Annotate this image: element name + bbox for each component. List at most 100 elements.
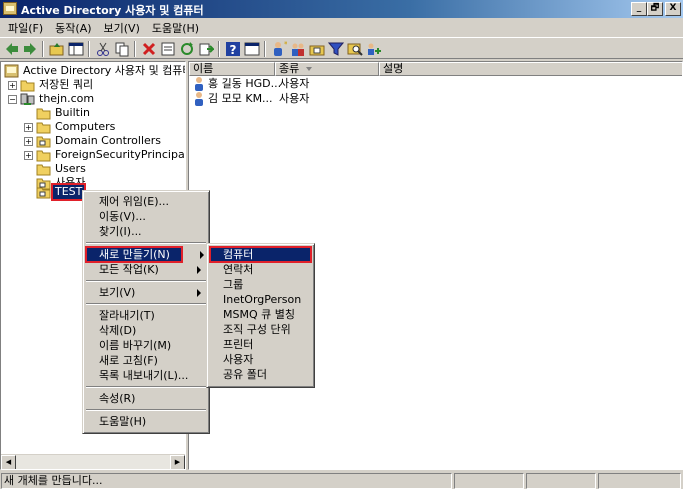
sort-down-icon <box>306 67 312 71</box>
menu-item-delete[interactable]: 삭제(D) <box>86 323 206 338</box>
toolbar: ? * <box>0 37 683 59</box>
restore-button[interactable]: 🗗 <box>647 2 663 16</box>
cut-icon[interactable] <box>95 41 111 57</box>
menu-view[interactable]: 보기(V) <box>98 18 146 36</box>
menu-item-rename[interactable]: 이름 바꾸기(M) <box>86 338 206 353</box>
ou-folder-icon <box>36 134 51 148</box>
submenu-item-msmq-alias[interactable]: MSMQ 큐 별칭 <box>210 307 311 322</box>
menu-item-help[interactable]: 도움말(H) <box>86 414 206 429</box>
find-icon[interactable] <box>347 41 363 57</box>
expand-icon[interactable]: + <box>24 151 33 160</box>
submenu-item-contact[interactable]: 연락처 <box>210 262 311 277</box>
minimize-button[interactable]: _ <box>631 2 647 16</box>
row-type: 사용자 <box>279 92 310 105</box>
submenu-arrow-icon <box>200 251 204 259</box>
show-console-tree-icon[interactable] <box>68 41 84 57</box>
menu-item-new[interactable]: 새로 만들기(N) <box>85 246 183 263</box>
menu-item-refresh[interactable]: 새로 고침(F) <box>86 353 206 368</box>
menu-item-cut[interactable]: 잘라내기(T) <box>86 308 206 323</box>
status-cell <box>598 473 681 489</box>
svg-text:*: * <box>284 41 287 49</box>
tree-item-label: Users <box>55 162 86 175</box>
export-list-icon[interactable] <box>198 41 214 57</box>
up-folder-icon[interactable] <box>49 41 65 57</box>
menu-item-view-label: 보기(V) <box>99 286 136 299</box>
row-name: 홍 길동 HGD... <box>208 77 282 90</box>
folder-icon <box>36 106 51 120</box>
status-cell <box>454 473 524 489</box>
domain-icon <box>20 92 35 106</box>
submenu-item-printer[interactable]: 프린터 <box>210 337 311 352</box>
properties-icon[interactable] <box>160 41 176 57</box>
table-row[interactable]: 홍 길동 HGD... 사용자 <box>189 76 682 91</box>
menu-item-delegate-control[interactable]: 제어 위임(E)... <box>86 194 206 209</box>
menu-action[interactable]: 동작(A) <box>49 18 97 36</box>
menu-item-find[interactable]: 찾기(I)... <box>86 224 206 239</box>
row-name: 김 모모 KM... <box>208 92 273 105</box>
svg-text:?: ? <box>230 43 237 57</box>
tree-item-label: thejn.com <box>39 92 95 105</box>
column-header-type-label: 종류 <box>279 62 300 75</box>
column-header-name[interactable]: 이름 <box>189 62 275 76</box>
show-hide-action-pane-icon[interactable] <box>244 41 260 57</box>
expand-icon[interactable]: + <box>8 81 17 90</box>
new-user-icon[interactable]: * <box>271 41 287 57</box>
tree-item-label: Computers <box>55 120 116 133</box>
user-icon <box>192 91 206 106</box>
filter-icon[interactable] <box>328 41 344 57</box>
add-to-group-icon[interactable] <box>366 41 382 57</box>
delete-icon[interactable] <box>141 41 157 57</box>
list-header: 이름 종류 설명 <box>189 62 682 76</box>
collapse-icon[interactable]: − <box>8 95 17 104</box>
new-submenu: 컴퓨터 연락처 그룹 InetOrgPerson MSMQ 큐 별칭 조직 구성… <box>206 243 315 388</box>
submenu-item-shared-folder[interactable]: 공유 폴더 <box>210 367 311 382</box>
menu-item-properties[interactable]: 속성(R) <box>86 391 206 406</box>
ad-app-icon <box>3 2 17 15</box>
forward-arrow-icon[interactable] <box>22 41 38 57</box>
tree-item-label: Builtin <box>55 106 90 119</box>
folder-icon <box>36 162 51 176</box>
refresh-icon[interactable] <box>179 41 195 57</box>
new-group-icon[interactable] <box>290 41 306 57</box>
user-icon <box>192 76 206 91</box>
menu-help[interactable]: 도움말(H) <box>146 18 205 36</box>
help-icon[interactable]: ? <box>225 41 241 57</box>
folder-icon <box>20 78 35 92</box>
submenu-item-inetorgperson[interactable]: InetOrgPerson <box>210 292 311 307</box>
column-header-description[interactable]: 설명 <box>379 62 682 76</box>
title-bar: Active Directory 사용자 및 컴퓨터 _ 🗗 X <box>0 0 683 18</box>
context-menu: 제어 위임(E)... 이동(V)... 찾기(I)... 새로 만들기(N) … <box>82 190 210 434</box>
menu-item-view[interactable]: 보기(V) <box>86 285 206 300</box>
tree-item-label: Domain Controllers <box>55 134 162 147</box>
new-ou-icon[interactable] <box>309 41 325 57</box>
tree-item-label: ForeignSecurityPrincipals <box>55 148 186 161</box>
menu-item-move[interactable]: 이동(V)... <box>86 209 206 224</box>
submenu-item-group[interactable]: 그룹 <box>210 277 311 292</box>
copy-icon[interactable] <box>114 41 130 57</box>
close-button[interactable]: X <box>665 2 681 16</box>
menu-separator <box>86 386 206 388</box>
ad-console-icon <box>4 64 19 78</box>
column-header-type[interactable]: 종류 <box>275 62 379 76</box>
submenu-item-computer[interactable]: 컴퓨터 <box>209 246 312 263</box>
submenu-item-ou[interactable]: 조직 구성 단위 <box>210 322 311 337</box>
menu-item-new-label: 새로 만들기(N) <box>99 248 170 261</box>
ou-folder-icon <box>36 185 51 199</box>
tree-root-label: Active Directory 사용자 및 컴퓨터 <box>23 64 186 77</box>
menu-item-export-list[interactable]: 목록 내보내기(L)... <box>86 368 206 383</box>
scroll-left-icon[interactable]: ◀ <box>1 455 16 469</box>
table-row[interactable]: 김 모모 KM... 사용자 <box>189 91 682 106</box>
scroll-right-icon[interactable]: ▶ <box>170 455 185 469</box>
tree-horizontal-scrollbar[interactable]: ◀ ▶ <box>1 454 185 469</box>
menu-file[interactable]: 파일(F) <box>2 18 49 36</box>
expand-icon[interactable]: + <box>24 137 33 146</box>
menu-separator <box>86 280 206 282</box>
status-cell <box>526 473 596 489</box>
back-arrow-icon[interactable] <box>4 41 20 57</box>
expand-icon[interactable]: + <box>24 123 33 132</box>
menu-item-all-tasks-label: 모든 작업(K) <box>99 263 159 276</box>
menu-item-all-tasks[interactable]: 모든 작업(K) <box>86 262 206 277</box>
window-title: Active Directory 사용자 및 컴퓨터 <box>21 4 204 17</box>
menu-separator <box>86 409 206 411</box>
submenu-item-user[interactable]: 사용자 <box>210 352 311 367</box>
